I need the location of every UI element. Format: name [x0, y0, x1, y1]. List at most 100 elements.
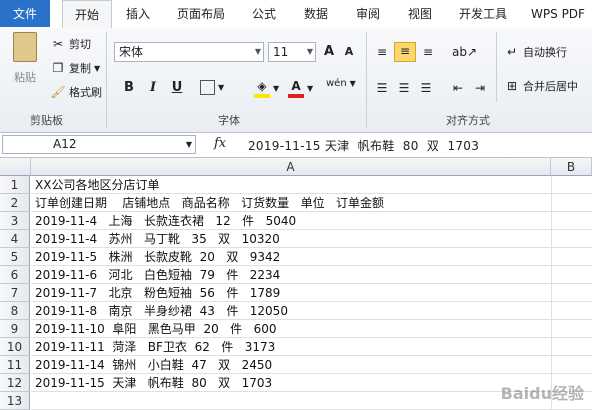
spreadsheet-grid: A B 1 XX公司各地区分店订单 2 订单创建日期 店铺地点 商品名称 订货数… [0, 158, 592, 410]
borders-button[interactable]: ▼ [200, 80, 224, 95]
cell-b10[interactable] [551, 338, 592, 356]
bold-button[interactable]: B [118, 78, 140, 98]
cell-a4[interactable]: 2019-11-4 苏州 马丁靴 35 双 10320 [31, 230, 551, 248]
chevron-down-icon: ▼ [306, 47, 313, 56]
ribbon: 粘贴 ✂ 剪切 ❐ 复制 ▼ 🖌 格式刷 剪贴板 宋体 ▼ 11 ▼ A A B… [0, 28, 592, 133]
row-header[interactable]: 6 [0, 266, 30, 284]
chevron-down-icon: ▼ [307, 83, 314, 93]
separator [496, 32, 497, 102]
chevron-down-icon: ▼ [273, 83, 280, 93]
increase-indent-icon[interactable]: ⇥ [472, 80, 488, 96]
cell-b4[interactable] [551, 230, 592, 248]
tab-developer[interactable]: 开发工具 [452, 0, 514, 27]
clipboard-icon [13, 32, 37, 62]
cell-a6[interactable]: 2019-11-6 河北 白色短袖 79 件 2234 [31, 266, 551, 284]
underline-button[interactable]: U [166, 78, 188, 98]
fill-color-button[interactable]: ◈ ▼ [254, 78, 279, 98]
phonetic-button[interactable]: wén ▼ [326, 78, 356, 89]
formula-input[interactable]: 2019-11-15 天津 帆布鞋 80 双 1703 [248, 137, 479, 154]
tab-formulas[interactable]: 公式 [244, 0, 284, 27]
align-middle-icon[interactable]: ≡ [394, 42, 416, 62]
cell-b7[interactable] [551, 284, 592, 302]
format-painter-button[interactable]: 🖌 格式刷 [50, 84, 102, 100]
cell-b3[interactable] [551, 212, 592, 230]
separator [366, 32, 367, 128]
row-header[interactable]: 9 [0, 320, 30, 338]
watermark: Baidu经验 [500, 384, 584, 403]
cell-a12[interactable]: 2019-11-15 天津 帆布鞋 80 双 1703 [31, 374, 551, 392]
cell-a3[interactable]: 2019-11-4 上海 长款连衣裙 12 件 5040 [31, 212, 551, 230]
cell-a1[interactable]: XX公司各地区分店订单 [31, 176, 551, 194]
row-header[interactable]: 2 [0, 194, 30, 212]
column-header-a[interactable]: A [31, 158, 551, 176]
row-header[interactable]: 1 [0, 176, 30, 194]
tab-view[interactable]: 视图 [400, 0, 440, 27]
tab-home[interactable]: 开始 [62, 0, 112, 30]
row-header[interactable]: 11 [0, 356, 30, 374]
cell-b9[interactable] [551, 320, 592, 338]
cell-a10[interactable]: 2019-11-11 菏泽 BF卫衣 62 件 3173 [31, 338, 551, 356]
tab-file[interactable]: 文件 [0, 0, 50, 27]
column-header-b[interactable]: B [551, 158, 592, 176]
name-box[interactable]: A12 ▼ [2, 135, 196, 154]
align-right-icon[interactable]: ☰ [418, 80, 434, 96]
cell-b1[interactable] [551, 176, 592, 194]
cell-a9[interactable]: 2019-11-10 阜阳 黑色马甲 20 件 600 [31, 320, 551, 338]
cell-b2[interactable] [551, 194, 592, 212]
row-header[interactable]: 8 [0, 302, 30, 320]
tab-wps-pdf[interactable]: WPS PDF [526, 0, 590, 27]
decrease-indent-icon[interactable]: ⇤ [450, 80, 466, 96]
font-size-select[interactable]: 11 ▼ [268, 42, 316, 62]
copy-button[interactable]: ❐ 复制 ▼ [50, 60, 101, 76]
row-header[interactable]: 3 [0, 212, 30, 230]
merge-cells-icon: ⊞ [506, 79, 518, 93]
copy-icon: ❐ [52, 61, 64, 75]
font-color-button[interactable]: A ▼ [288, 78, 313, 98]
align-bottom-icon[interactable]: ≡ [420, 44, 436, 60]
paint-bucket-icon: ◈ [254, 78, 270, 98]
wrap-text-button[interactable]: ↵ 自动换行 [504, 44, 567, 60]
cell-a11[interactable]: 2019-11-14 锦州 小白鞋 47 双 2450 [31, 356, 551, 374]
chevron-down-icon: ▼ [254, 47, 261, 56]
align-center-icon[interactable]: ☰ [396, 80, 412, 96]
orientation-icon[interactable]: ab↗ [452, 44, 477, 60]
tab-page-layout[interactable]: 页面布局 [170, 0, 232, 27]
tab-data[interactable]: 数据 [296, 0, 336, 27]
separator [106, 32, 107, 128]
chevron-down-icon: ▼ [185, 140, 192, 149]
cut-button[interactable]: ✂ 剪切 [50, 36, 91, 52]
cell-a5[interactable]: 2019-11-5 株洲 长款皮靴 20 双 9342 [31, 248, 551, 266]
cell-a13[interactable] [31, 392, 551, 410]
align-top-icon[interactable]: ≡ [374, 44, 390, 60]
align-left-icon[interactable]: ☰ [374, 80, 390, 96]
shrink-font-button[interactable]: A [338, 42, 360, 62]
paste-label: 粘贴 [14, 71, 36, 84]
row-header[interactable]: 5 [0, 248, 30, 266]
chevron-down-icon: ▼ [218, 83, 225, 92]
italic-button[interactable]: I [142, 78, 164, 98]
font-name-select[interactable]: 宋体 ▼ [114, 42, 264, 62]
border-grid-icon [200, 80, 215, 95]
clipboard-group-label: 剪贴板 [30, 114, 63, 127]
alignment-group-label: 对齐方式 [446, 114, 490, 127]
paste-button[interactable]: 粘贴 [8, 32, 42, 85]
cell-b5[interactable] [551, 248, 592, 266]
cell-a8[interactable]: 2019-11-8 南京 半身纱裙 43 件 12050 [31, 302, 551, 320]
row-header[interactable]: 12 [0, 374, 30, 392]
tab-review[interactable]: 审阅 [348, 0, 388, 27]
insert-function-icon[interactable]: fx [214, 136, 226, 151]
row-header[interactable]: 10 [0, 338, 30, 356]
row-header[interactable]: 13 [0, 392, 30, 410]
grow-font-button[interactable]: A [318, 42, 340, 62]
cell-b6[interactable] [551, 266, 592, 284]
select-all-corner[interactable] [0, 158, 31, 176]
tab-insert[interactable]: 插入 [118, 0, 158, 27]
cell-a7[interactable]: 2019-11-7 北京 粉色短袖 56 件 1789 [31, 284, 551, 302]
cell-a2[interactable]: 订单创建日期 店铺地点 商品名称 订货数量 单位 订单金额 [31, 194, 551, 212]
row-header[interactable]: 7 [0, 284, 30, 302]
row-header[interactable]: 4 [0, 230, 30, 248]
cell-b11[interactable] [551, 356, 592, 374]
merge-center-button[interactable]: ⊞ 合并后居中 [504, 78, 578, 94]
cell-b8[interactable] [551, 302, 592, 320]
paintbrush-icon: 🖌 [50, 85, 66, 99]
